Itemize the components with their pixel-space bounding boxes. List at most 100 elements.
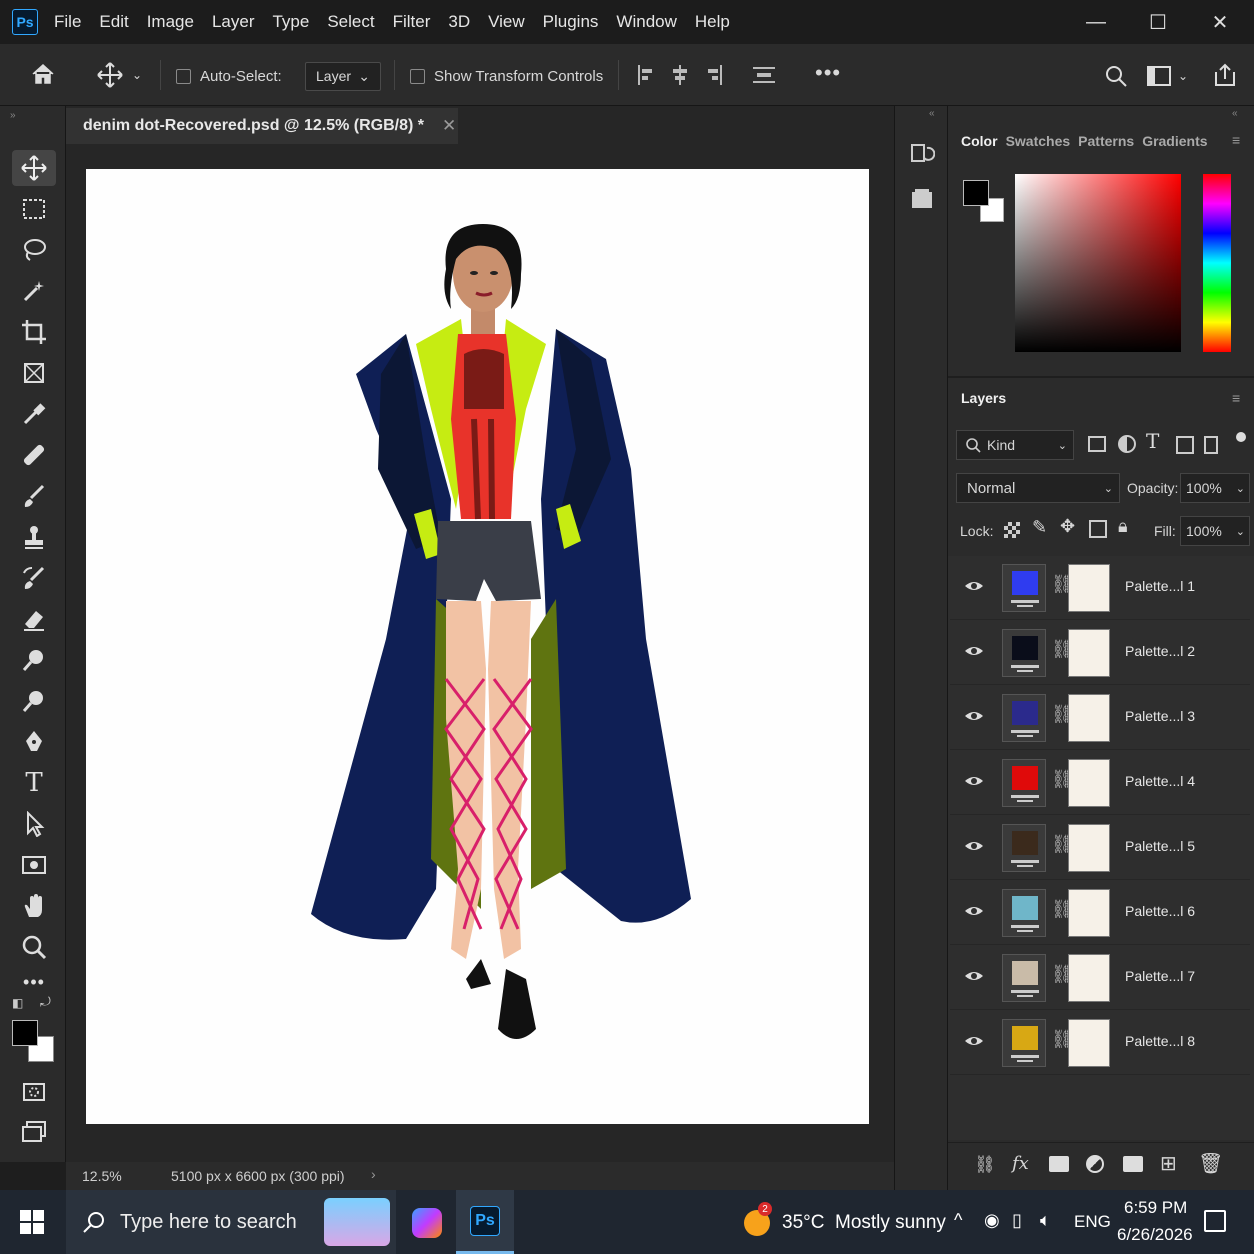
rectangle-tool-icon[interactable]: [12, 847, 56, 883]
layer-row[interactable]: ⛓ Palette...l 1: [950, 556, 1250, 620]
pen-tool-icon[interactable]: [12, 724, 56, 760]
color-foreground-swatch[interactable]: [963, 180, 989, 206]
layer-thumbnail[interactable]: [1002, 629, 1046, 677]
layer-thumbnail[interactable]: [1002, 1019, 1046, 1067]
layer-mask-thumbnail[interactable]: [1068, 629, 1110, 677]
lock-artboard-icon[interactable]: [1089, 520, 1107, 538]
fill-field[interactable]: 100% ⌄: [1180, 516, 1250, 546]
tab-gradients[interactable]: Gradients: [1142, 133, 1207, 149]
menu-item-type[interactable]: Type: [272, 12, 309, 32]
menu-item-file[interactable]: File: [54, 12, 81, 32]
layer-mask-thumbnail[interactable]: [1068, 759, 1110, 807]
distribute-icon[interactable]: [752, 64, 776, 86]
lasso-tool-icon[interactable]: [12, 232, 56, 268]
zoom-level[interactable]: 12.5%: [82, 1168, 122, 1184]
language-indicator[interactable]: ENG: [1074, 1212, 1111, 1232]
align-center-icon[interactable]: [670, 64, 690, 86]
more-options-button[interactable]: •••: [815, 60, 841, 86]
align-left-icon[interactable]: [636, 64, 656, 86]
layer-row[interactable]: ⛓ Palette...l 3: [950, 686, 1250, 750]
collapse-icon[interactable]: »: [10, 110, 16, 121]
search-icon[interactable]: [1104, 64, 1128, 88]
taskbar-search[interactable]: Type here to search: [66, 1190, 396, 1254]
dodge-tool-icon[interactable]: [12, 683, 56, 719]
layer-thumbnail[interactable]: [1002, 759, 1046, 807]
adjustment-filter-icon[interactable]: [1118, 435, 1136, 453]
battery-icon[interactable]: ▯: [1012, 1210, 1022, 1231]
pixel-filter-icon[interactable]: [1088, 436, 1106, 452]
clock-time[interactable]: 6:59 PM: [1124, 1198, 1187, 1218]
layer-row[interactable]: ⛓ Palette...l 7: [950, 946, 1250, 1010]
move-tool-icon[interactable]: [12, 150, 56, 186]
move-tool-preset-icon[interactable]: ⌄: [96, 62, 142, 88]
document-dimensions[interactable]: 5100 px x 6600 px (300 ppi): [171, 1168, 345, 1184]
close-window-button[interactable]: ✕: [1190, 0, 1250, 44]
filter-toggle[interactable]: [1236, 432, 1246, 442]
properties-panel-icon[interactable]: [909, 186, 935, 217]
type-tool-icon[interactable]: T: [12, 765, 56, 801]
layer-thumbnail[interactable]: [1002, 954, 1046, 1002]
clock-date[interactable]: 6/26/2026: [1117, 1225, 1193, 1245]
menu-item-window[interactable]: Window: [616, 12, 676, 32]
frame-tool-icon[interactable]: [12, 355, 56, 391]
eye-icon[interactable]: [964, 1031, 984, 1051]
eye-icon[interactable]: [964, 966, 984, 986]
menu-item-help[interactable]: Help: [695, 12, 730, 32]
healing-brush-tool-icon[interactable]: [12, 437, 56, 473]
layer-row[interactable]: ⛓ Palette...l 5: [950, 816, 1250, 880]
menu-item-3d[interactable]: 3D: [448, 12, 470, 32]
lock-transparent-icon[interactable]: [1004, 522, 1020, 538]
add-mask-icon[interactable]: [1049, 1156, 1069, 1172]
screen-mode-icon[interactable]: [12, 1114, 56, 1150]
menu-item-layer[interactable]: Layer: [212, 12, 255, 32]
minimize-button[interactable]: —: [1066, 0, 1126, 44]
layer-style-icon[interactable]: fx: [1012, 1153, 1029, 1174]
search-highlight-image[interactable]: [324, 1198, 390, 1246]
opacity-field[interactable]: 100% ⌄: [1180, 473, 1250, 503]
layer-row[interactable]: ⛓ Palette...l 6: [950, 881, 1250, 945]
eye-icon[interactable]: [964, 576, 984, 596]
eye-icon[interactable]: [964, 836, 984, 856]
magic-wand-tool-icon[interactable]: [12, 273, 56, 309]
adjustment-layer-icon[interactable]: [1086, 1155, 1104, 1173]
layer-row[interactable]: ⛓ Palette...l 4: [950, 751, 1250, 815]
menu-item-select[interactable]: Select: [327, 12, 374, 32]
layer-mask-thumbnail[interactable]: [1068, 694, 1110, 742]
collapse-icon[interactable]: «: [929, 108, 935, 119]
copilot-icon[interactable]: [412, 1208, 442, 1238]
layer-row[interactable]: ⛓ Palette...l 2: [950, 621, 1250, 685]
brush-tool-icon[interactable]: [12, 478, 56, 514]
volume-icon[interactable]: 🔈︎: [1040, 1210, 1051, 1231]
lock-image-icon[interactable]: ✎: [1032, 517, 1047, 538]
tab-layers[interactable]: Layers: [961, 390, 1006, 406]
auto-select-checkbox[interactable]: Auto-Select:: [176, 68, 282, 85]
panel-menu-icon[interactable]: ≡: [1232, 132, 1240, 148]
path-selection-tool-icon[interactable]: [12, 806, 56, 842]
lock-all-icon[interactable]: 🔒︎: [1118, 516, 1128, 537]
eye-icon[interactable]: [964, 641, 984, 661]
document-canvas[interactable]: [86, 169, 869, 1124]
quick-mask-icon[interactable]: [12, 1074, 56, 1110]
new-layer-icon[interactable]: ⊞: [1160, 1151, 1177, 1176]
history-panel-icon[interactable]: [909, 140, 936, 171]
default-colors-icon[interactable]: ◧: [12, 996, 23, 1010]
workspace-icon[interactable]: ⌄: [1146, 64, 1188, 88]
clone-stamp-tool-icon[interactable]: [12, 519, 56, 555]
tab-swatches[interactable]: Swatches: [1006, 133, 1071, 149]
eye-icon[interactable]: [964, 901, 984, 921]
layer-mask-thumbnail[interactable]: [1068, 564, 1110, 612]
notification-icon[interactable]: [1204, 1210, 1226, 1232]
layer-mask-thumbnail[interactable]: [1068, 824, 1110, 872]
taskbar-photoshop[interactable]: Ps: [456, 1190, 514, 1254]
lock-position-icon[interactable]: ✥: [1060, 516, 1075, 537]
color-picker-field[interactable]: [1015, 174, 1181, 352]
panel-menu-icon[interactable]: ≡: [1232, 390, 1240, 406]
layer-filter-dropdown[interactable]: Kind ⌄: [956, 430, 1074, 460]
eyedropper-tool-icon[interactable]: [12, 396, 56, 432]
hand-tool-icon[interactable]: [12, 888, 56, 924]
delete-layer-icon[interactable]: 🗑︎: [1198, 1151, 1223, 1176]
maximize-button[interactable]: ☐: [1128, 0, 1188, 44]
menu-item-edit[interactable]: Edit: [99, 12, 128, 32]
blend-mode-dropdown[interactable]: Normal ⌄: [956, 473, 1120, 503]
eraser-tool-icon[interactable]: [12, 601, 56, 637]
